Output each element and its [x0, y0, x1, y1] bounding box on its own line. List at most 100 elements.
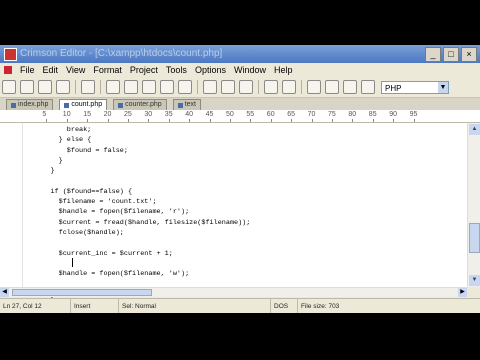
language-select-value: PHP	[385, 83, 402, 93]
ruler-label: 95	[409, 111, 418, 118]
close-button[interactable]: ×	[461, 47, 477, 62]
code-text[interactable]: break; } else { $found = false; } } if (…	[26, 125, 250, 310]
ruler-label: 35	[164, 111, 173, 118]
copy-icon[interactable]	[124, 80, 138, 94]
chevron-down-icon[interactable]: ▼	[438, 81, 448, 93]
ruler-tick	[168, 119, 170, 122]
new-file-icon[interactable]	[2, 80, 16, 94]
code-line[interactable]: $handle = fopen($filename, 'r');	[26, 207, 250, 217]
indent-icon[interactable]	[264, 80, 278, 94]
tab-count-php[interactable]: count.php	[59, 99, 108, 110]
code-line[interactable]: $current = fread($handle, filesize($file…	[26, 218, 251, 228]
ruler-tick	[250, 119, 252, 122]
menu-edit[interactable]: Edit	[39, 63, 63, 77]
ruler-tick	[332, 119, 333, 122]
find-next-icon[interactable]	[221, 80, 235, 94]
tab-counter-php[interactable]: counter.php	[113, 99, 167, 110]
ruler-tick	[230, 119, 231, 122]
file-icon	[64, 102, 70, 108]
tab-label: counter.php	[125, 101, 162, 108]
ruler-tick	[46, 119, 48, 122]
menu-view[interactable]: View	[62, 63, 89, 77]
code-line[interactable]: }	[26, 156, 250, 166]
text-caret	[72, 258, 73, 267]
ruler-label: 80	[348, 111, 357, 118]
window-controls: _ □ ×	[425, 47, 477, 62]
language-select[interactable]: PHP ▼	[381, 80, 449, 94]
user-tool-4-icon[interactable]	[361, 80, 375, 94]
ruler-label: 60	[266, 111, 275, 118]
toolbar-separator	[75, 80, 76, 94]
user-tool-1-icon[interactable]	[307, 80, 321, 94]
menu-options[interactable]: Options	[191, 63, 230, 77]
tab-text[interactable]: text	[172, 99, 201, 110]
ruler-label: 65	[287, 111, 295, 118]
ruler-tick	[352, 119, 354, 122]
status-encoding: DOS	[270, 299, 297, 313]
scroll-up-icon[interactable]: ▲	[469, 124, 480, 135]
status-mode: Insert	[70, 299, 118, 313]
ruler-label: 5	[42, 111, 47, 118]
redo-icon[interactable]	[178, 80, 192, 94]
horizontal-scroll-thumb[interactable]	[12, 289, 152, 296]
ruler-label: 15	[83, 111, 91, 118]
column-ruler: 5 10 15 20 25 30 35 40 45 50 55 60 65 70 75 80 85 90 95	[0, 110, 480, 123]
vertical-scroll-thumb[interactable]	[469, 223, 480, 253]
app-icon	[4, 48, 17, 61]
menu-tools[interactable]: Tools	[162, 63, 191, 77]
code-line[interactable]: break;	[26, 125, 250, 135]
code-line[interactable]: $handle = fopen($filename, 'w');	[26, 269, 250, 279]
user-tool-2-icon[interactable]	[325, 80, 339, 94]
undo-icon[interactable]	[160, 80, 174, 94]
code-line[interactable]: } else {	[26, 135, 250, 145]
open-folder-icon[interactable]	[20, 80, 34, 94]
status-selection: Sel: Normal	[118, 299, 248, 313]
code-line[interactable]: }	[26, 166, 250, 176]
toolbar-separator	[301, 80, 302, 94]
toolbar-separator	[100, 80, 101, 94]
find-icon[interactable]	[203, 80, 217, 94]
menu-project[interactable]: Project	[126, 63, 162, 77]
toolbar: PHP ▼	[0, 77, 480, 98]
code-line[interactable]: fclose($handle);	[26, 228, 250, 238]
horizontal-scrollbar[interactable]: ◀ ▶	[0, 287, 467, 297]
preferences-icon[interactable]	[282, 80, 296, 94]
code-line[interactable]: $filename = 'count.txt';	[26, 197, 250, 207]
code-line[interactable]	[26, 176, 250, 186]
cut-icon[interactable]	[106, 80, 120, 94]
save-all-icon[interactable]	[56, 80, 70, 94]
title-bar: Crimson Editor - [C:\xampp\htdocs\count.…	[0, 45, 480, 63]
save-icon[interactable]	[38, 80, 52, 94]
menu-help[interactable]: Help	[270, 63, 297, 77]
menu-window[interactable]: Window	[230, 63, 270, 77]
code-line[interactable]	[26, 238, 250, 248]
print-icon[interactable]	[81, 80, 95, 94]
code-line[interactable]: if ($found==false) {	[26, 187, 250, 197]
menu-file[interactable]: File	[16, 63, 39, 77]
ruler-tick	[372, 119, 374, 122]
ruler-label: 20	[103, 111, 112, 118]
scroll-right-icon[interactable]: ▶	[458, 288, 467, 297]
maximize-button[interactable]: □	[443, 47, 459, 62]
code-editor[interactable]: break; } else { $found = false; } } if (…	[0, 123, 467, 309]
menu-format[interactable]: Format	[89, 63, 126, 77]
replace-icon[interactable]	[239, 80, 253, 94]
ruler-tick	[209, 119, 211, 122]
ruler-tick	[189, 119, 191, 122]
menu-bar: File Edit View Format Project Tools Opti…	[0, 63, 480, 77]
scroll-down-icon[interactable]: ▼	[469, 275, 480, 286]
scroll-left-icon[interactable]: ◀	[0, 288, 9, 297]
vertical-scrollbar[interactable]: ▲ ▼	[467, 123, 480, 287]
tab-label: index.php	[18, 101, 49, 108]
tab-label: count.php	[71, 101, 103, 108]
file-icon	[118, 102, 124, 108]
paste-icon[interactable]	[142, 80, 156, 94]
code-line[interactable]: $found = false;	[26, 146, 250, 156]
code-line[interactable]	[26, 259, 250, 269]
document-tabs: index.php count.php counter.php text	[0, 98, 480, 110]
minimize-button[interactable]: _	[425, 47, 441, 62]
ruler-tick	[87, 119, 89, 122]
tab-index-php[interactable]: index.php	[6, 99, 54, 110]
user-tool-3-icon[interactable]	[343, 80, 357, 94]
code-line[interactable]: $current_inc = $current + 1;	[26, 249, 250, 259]
